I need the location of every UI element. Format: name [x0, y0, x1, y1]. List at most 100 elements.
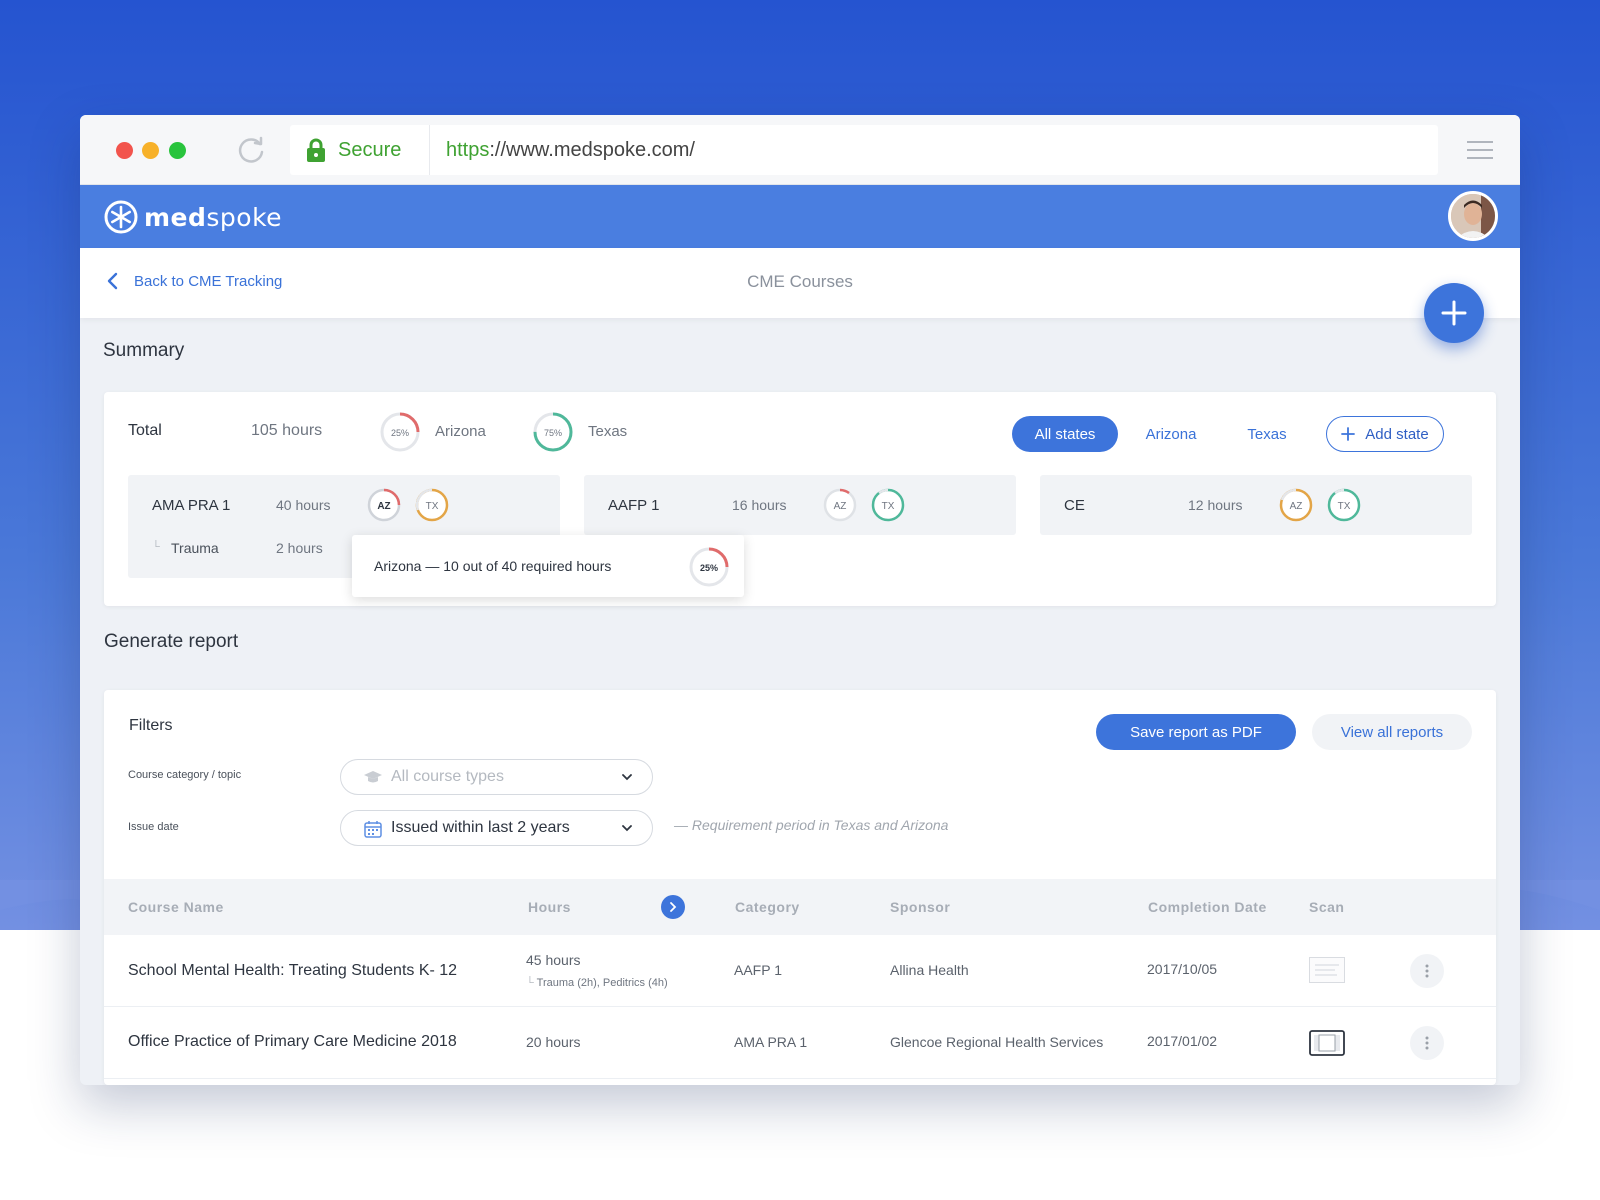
browser-menu-icon[interactable]	[1467, 141, 1493, 159]
browser-toolbar: Secure https://www.medspoke.com/	[80, 115, 1520, 185]
secure-label: Secure	[338, 139, 402, 161]
issue-date-select[interactable]: Issued within last 2 years	[340, 810, 653, 846]
column-sponsor[interactable]: Sponsor	[890, 899, 950, 915]
close-window-button[interactable]	[116, 142, 133, 159]
tx-badge[interactable]: TX	[1326, 487, 1362, 523]
total-hours: 105 hours	[251, 422, 323, 439]
scan-thumbnail[interactable]	[1309, 1030, 1345, 1056]
az-badge[interactable]: AZ	[822, 487, 858, 523]
row-more-options-button[interactable]	[1410, 954, 1444, 988]
courses-table-header: Course Name Hours Category Sponsor Compl…	[104, 879, 1496, 935]
az-badge[interactable]: AZ	[366, 487, 402, 523]
save-report-pdf-button[interactable]: Save report as PDF	[1096, 714, 1296, 750]
tx-badge[interactable]: TX	[414, 487, 450, 523]
svg-text:AZ: AZ	[1290, 501, 1303, 512]
course-name: School Mental Health: Treating Students …	[128, 962, 458, 979]
issue-date-value: Issued within last 2 years	[391, 819, 570, 836]
course-category-select[interactable]: All course types	[340, 759, 653, 795]
subcategory-name: Trauma	[171, 540, 219, 556]
category-card-aafp[interactable]: AAFP 1 16 hours AZ TX	[584, 475, 1016, 535]
maximize-window-button[interactable]	[169, 142, 186, 159]
logo-snowflake-icon	[104, 200, 138, 234]
course-category: AAFP 1	[734, 962, 782, 978]
texas-progress-ring: 75%	[533, 412, 573, 452]
course-completion-date: 2017/01/02	[1147, 1033, 1218, 1049]
row-more-options-button[interactable]	[1410, 1026, 1444, 1060]
column-completion-date[interactable]: Completion Date	[1148, 899, 1267, 915]
course-sponsor: Glencoe Regional Health Services	[890, 1034, 1104, 1050]
column-course-name[interactable]: Course Name	[128, 899, 224, 915]
subcategory-hours: 2 hours	[276, 540, 323, 556]
svg-text:AZ: AZ	[377, 501, 390, 512]
add-course-button[interactable]	[1424, 283, 1484, 343]
table-row[interactable]: School Mental Health: Treating Students …	[104, 935, 1496, 1007]
expand-columns-button[interactable]	[661, 895, 685, 919]
svg-text:TX: TX	[426, 501, 439, 512]
tooltip-text: Arizona — 10 out of 40 required hours	[374, 558, 612, 574]
svg-text:25%: 25%	[700, 563, 718, 573]
reload-icon[interactable]	[236, 135, 266, 165]
plus-icon	[1341, 427, 1356, 441]
url-scheme: https	[446, 139, 490, 161]
filter-texas-button[interactable]: Texas	[1230, 416, 1304, 452]
course-completion-date: 2017/10/05	[1147, 961, 1218, 977]
texas-label: Texas	[588, 423, 628, 440]
svg-text:TX: TX	[882, 501, 895, 512]
total-label: Total	[128, 422, 162, 439]
more-vertical-icon	[1425, 964, 1429, 978]
generate-report-title: Generate report	[104, 631, 239, 652]
arizona-percent: 25%	[391, 428, 409, 438]
category-card-ce[interactable]: CE 12 hours AZ TX	[1040, 475, 1472, 535]
category-name: AMA PRA 1	[152, 497, 231, 514]
column-category[interactable]: Category	[735, 899, 800, 915]
sub-item-marker: └	[152, 541, 160, 553]
url-host: ://www.medspoke.com/	[489, 139, 695, 161]
secure-indicator[interactable]: Secure	[290, 125, 430, 175]
filter-all-states-button[interactable]: All states	[1012, 416, 1118, 452]
arizona-progress-ring: 25%	[380, 412, 420, 452]
logo-wordmark: medspoke	[144, 202, 283, 232]
url-text[interactable]: https://www.medspoke.com/	[446, 139, 695, 162]
issue-date-label: Issue date	[128, 821, 179, 833]
tx-badge[interactable]: TX	[870, 487, 906, 523]
add-state-button[interactable]: Add state	[1326, 416, 1444, 452]
arizona-label: Arizona	[435, 423, 486, 440]
course-category: AMA PRA 1	[734, 1034, 808, 1050]
calendar-icon	[364, 821, 382, 838]
svg-text:TX: TX	[1338, 501, 1351, 512]
lock-icon	[307, 138, 325, 162]
add-state-label: Add state	[1365, 425, 1429, 443]
category-name: AAFP 1	[608, 497, 660, 514]
arizona-hours-tooltip: Arizona — 10 out of 40 required hours 25…	[352, 535, 744, 597]
chevron-down-icon	[622, 825, 632, 832]
column-scan[interactable]: Scan	[1309, 899, 1344, 915]
address-bar[interactable]: Secure https://www.medspoke.com/	[290, 125, 1438, 175]
browser-window: Secure https://www.medspoke.com/ medspok…	[80, 115, 1520, 1085]
filter-arizona-button[interactable]: Arizona	[1134, 416, 1208, 452]
svg-text:AZ: AZ	[834, 501, 847, 512]
minimize-window-button[interactable]	[142, 142, 159, 159]
course-category-placeholder: All course types	[391, 768, 504, 785]
view-all-reports-button[interactable]: View all reports	[1312, 714, 1472, 750]
az-badge[interactable]: AZ	[1278, 487, 1314, 523]
course-name: Office Practice of Primary Care Medicine…	[128, 1033, 457, 1050]
report-card: Filters Save report as PDF View all repo…	[104, 690, 1496, 1085]
course-hours: 45 hours	[526, 952, 581, 968]
category-hours: 12 hours	[1188, 497, 1243, 513]
texas-percent: 75%	[544, 428, 562, 438]
table-row[interactable]: Office Practice of Primary Care Medicine…	[104, 1007, 1496, 1079]
course-category-label: Course category / topic	[128, 769, 242, 781]
graduation-cap-icon	[364, 771, 382, 783]
issue-date-note: — Requirement period in Texas and Arizon…	[674, 817, 949, 833]
more-vertical-icon	[1425, 1036, 1429, 1050]
column-hours[interactable]: Hours	[528, 899, 571, 915]
chevron-right-icon	[670, 902, 677, 912]
medspoke-logo[interactable]: medspoke	[104, 199, 282, 235]
category-hours: 16 hours	[732, 497, 787, 513]
tooltip-progress-ring: 25%	[689, 547, 729, 587]
page-title: CME Courses	[747, 272, 853, 291]
course-hours: 20 hours	[526, 1034, 581, 1050]
scan-thumbnail[interactable]	[1309, 957, 1345, 983]
user-avatar[interactable]	[1448, 191, 1498, 241]
course-hours-detail: └ Trauma (2h), Peditrics (4h)	[526, 977, 668, 989]
